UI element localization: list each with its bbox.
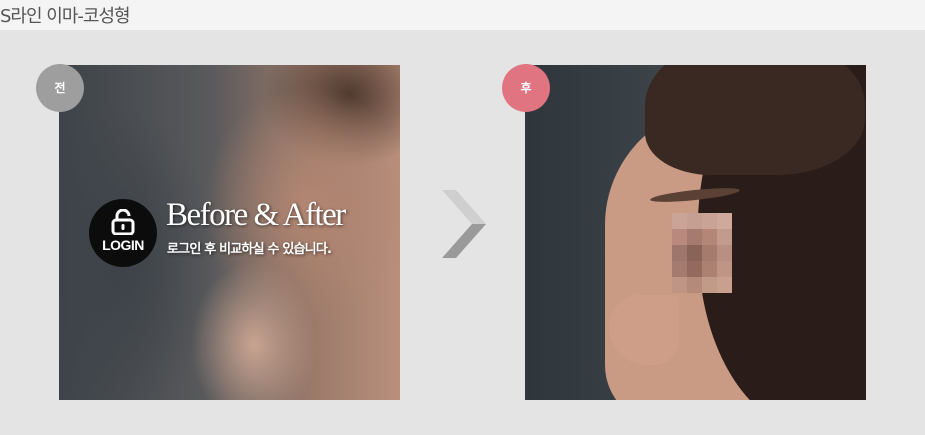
- eye-mosaic: [672, 213, 732, 293]
- comparison-page: S라인 이마-코성형 전 LOGIN Before & After 로그인 후 …: [0, 0, 925, 435]
- before-after-title: Before & After: [166, 197, 346, 233]
- login-button[interactable]: LOGIN: [89, 199, 157, 267]
- login-label: LOGIN: [102, 237, 144, 253]
- page-title: S라인 이마-코성형: [0, 6, 131, 27]
- hair-front: [645, 65, 865, 175]
- login-notice: 로그인 후 비교하실 수 있습니다.: [167, 242, 332, 257]
- chevron-right-icon: [442, 190, 486, 258]
- after-photo[interactable]: [525, 65, 866, 400]
- after-badge: 후: [502, 64, 550, 112]
- login-overlay[interactable]: LOGIN Before & After 로그인 후 비교하실 수 있습니다.: [89, 197, 379, 269]
- lock-icon: [111, 209, 135, 235]
- before-badge: 전: [36, 64, 84, 112]
- header-bar: S라인 이마-코성형: [0, 0, 925, 30]
